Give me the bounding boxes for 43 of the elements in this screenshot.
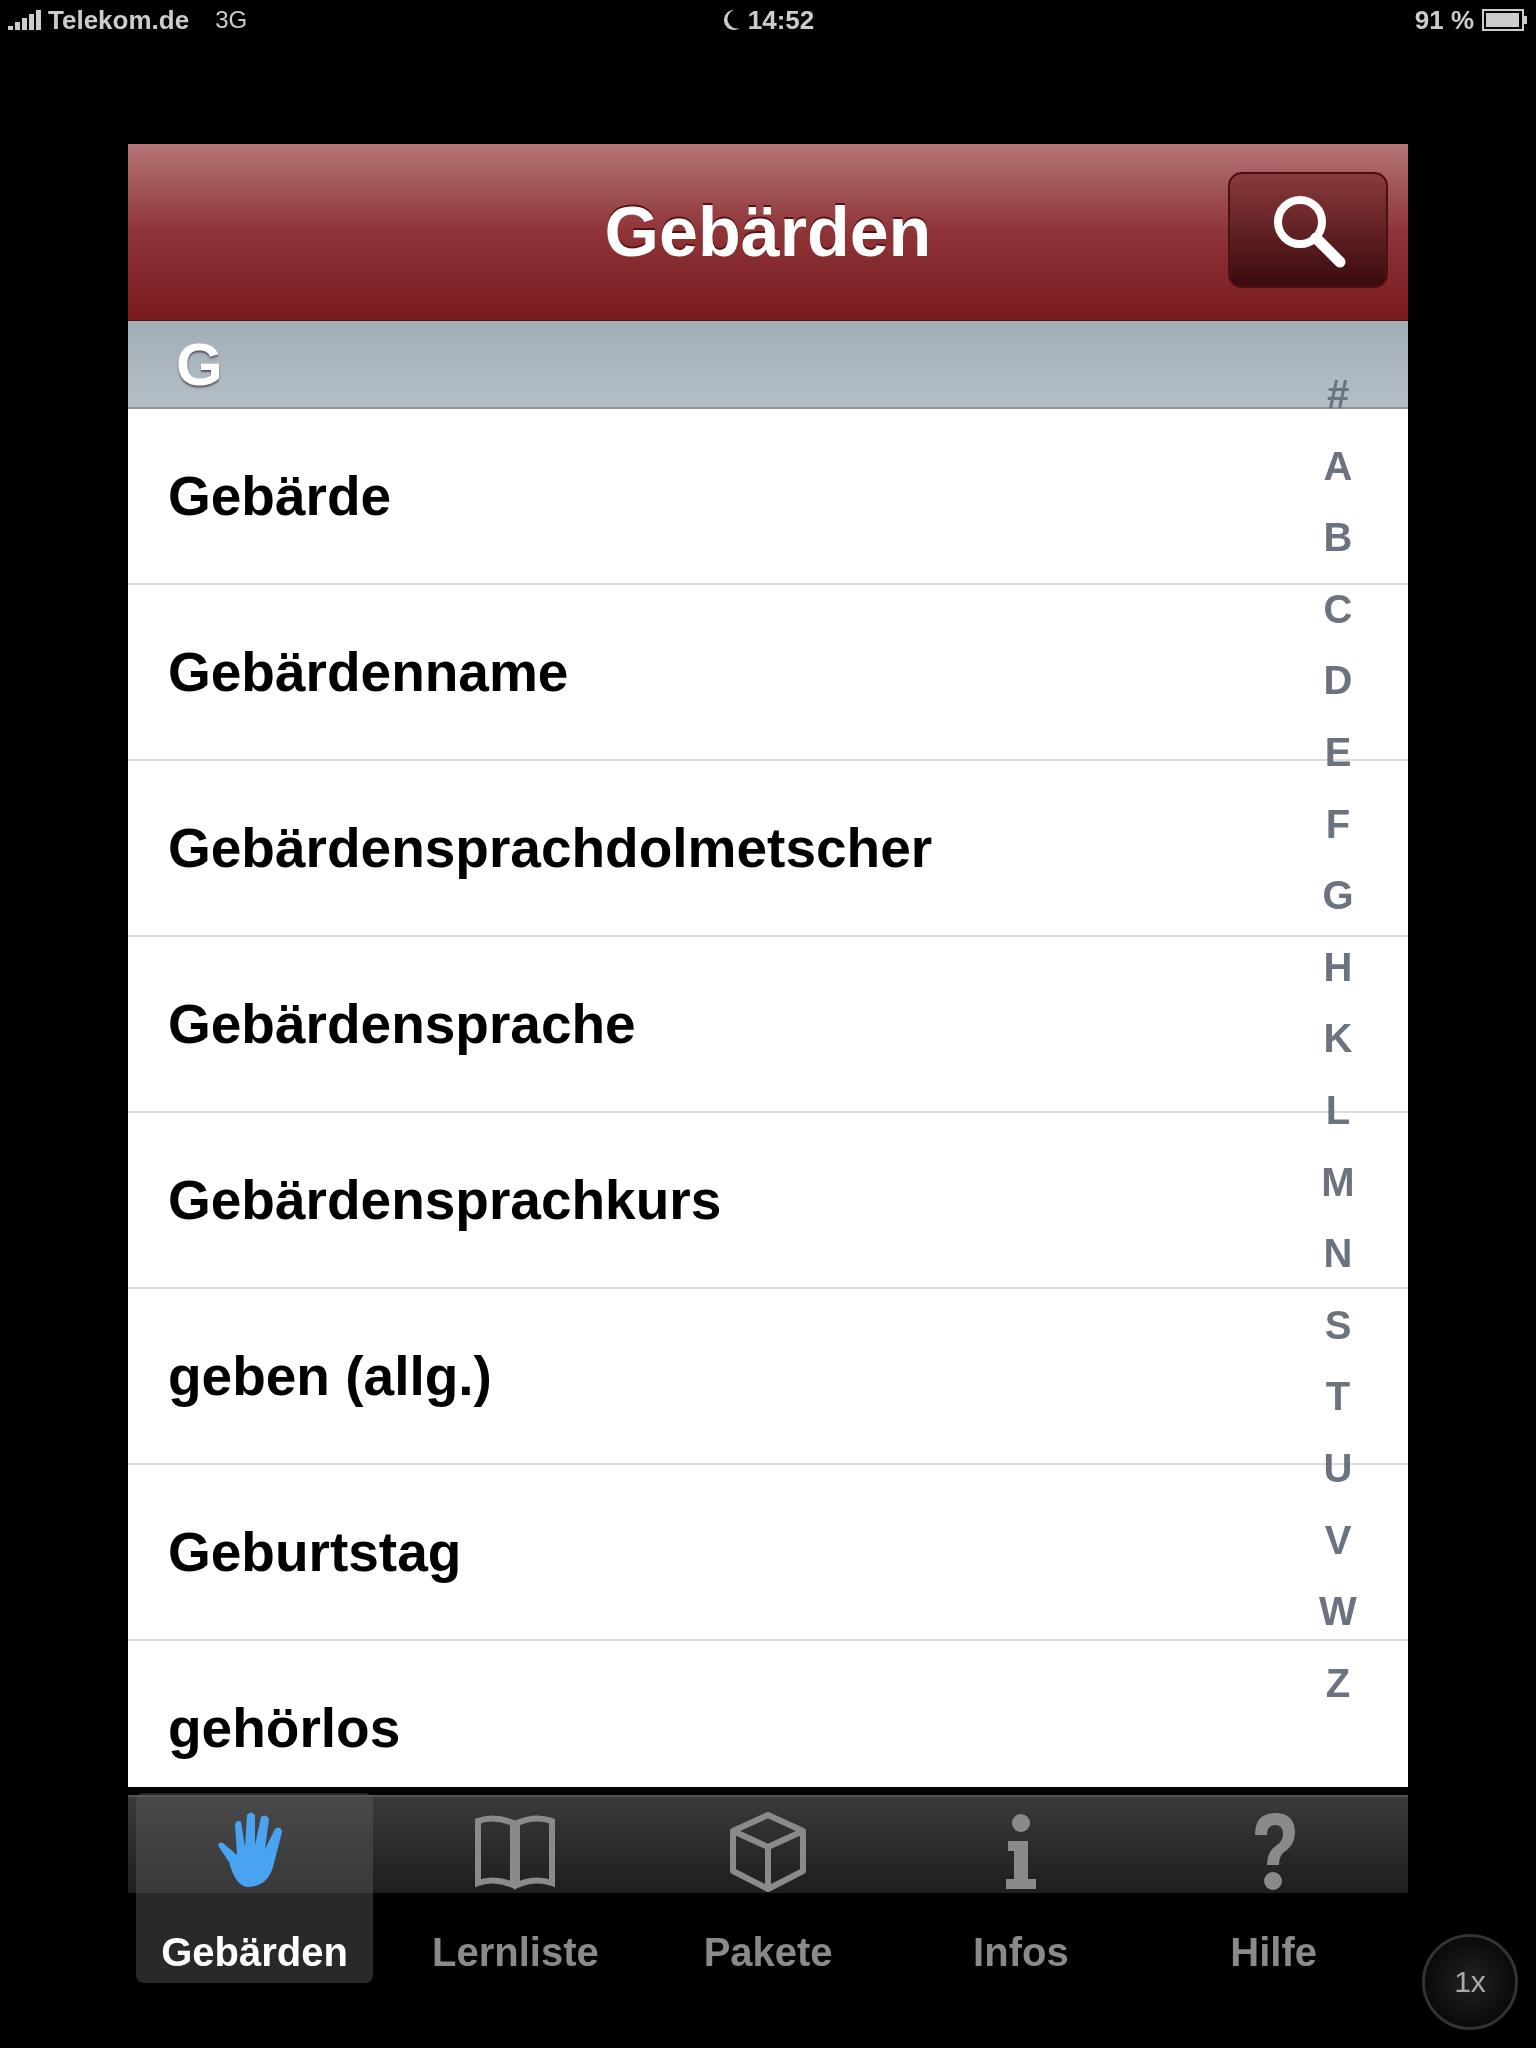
list-item[interactable]: gehörlos — [168, 1696, 401, 1760]
index-letter[interactable]: A — [1323, 430, 1353, 503]
index-letter[interactable]: T — [1325, 1361, 1351, 1433]
tab-item[interactable]: Hilfe — [1147, 1793, 1401, 1983]
tab-item[interactable]: Lernliste — [388, 1793, 642, 1983]
nav-title: Gebärden — [604, 192, 932, 272]
index-letter[interactable]: D — [1323, 645, 1353, 717]
index-letter[interactable]: U — [1323, 1432, 1353, 1505]
list-item[interactable]: Gebärdensprachdolmetscher — [168, 816, 933, 880]
index-letter[interactable]: H — [1323, 931, 1353, 1004]
index-letter[interactable]: Z — [1325, 1647, 1351, 1720]
carrier-name: Telekom.de — [48, 4, 190, 36]
list-item[interactable]: Geburtstag — [168, 1520, 462, 1584]
index-letter[interactable]: V — [1324, 1504, 1352, 1577]
tab-item[interactable]: Pakete — [641, 1793, 895, 1983]
zoom-button[interactable]: 1x — [1422, 1934, 1518, 2030]
network-type: 3G — [215, 6, 248, 34]
index-letter[interactable]: E — [1324, 716, 1352, 789]
list-item[interactable]: Gebärdenname — [168, 640, 569, 704]
search-button[interactable] — [1228, 172, 1388, 288]
tab-item[interactable]: Gebärden — [136, 1793, 373, 1983]
index-letter[interactable]: W — [1319, 1576, 1357, 1648]
list-item[interactable]: Gebärdensprachkurs — [168, 1168, 722, 1232]
index-letter[interactable]: N — [1323, 1218, 1353, 1290]
list-item[interactable]: Gebärdensprache — [168, 992, 636, 1056]
battery-percent: 91 % — [1414, 4, 1474, 36]
index-letter[interactable]: M — [1321, 1146, 1355, 1219]
index-letter[interactable]: S — [1324, 1289, 1352, 1362]
list-item[interactable]: geben (allg.) — [168, 1344, 492, 1408]
battery-icon — [1482, 9, 1528, 31]
index-letter[interactable]: # — [1326, 359, 1350, 431]
index-letter[interactable]: F — [1325, 788, 1351, 861]
signal-icon — [8, 10, 42, 30]
list-item[interactable]: Gebärde — [168, 464, 392, 528]
index-letter[interactable]: C — [1323, 573, 1353, 646]
index-letter[interactable]: K — [1323, 1003, 1353, 1075]
index-letter[interactable]: G — [1322, 860, 1354, 932]
index-letter[interactable]: B — [1323, 502, 1353, 574]
moon-icon — [721, 8, 742, 32]
tab-item[interactable]: Infos — [894, 1793, 1148, 1983]
clock-time: 14:52 — [747, 4, 815, 36]
index-letter[interactable]: L — [1325, 1074, 1351, 1147]
section-letter: G — [176, 329, 223, 399]
